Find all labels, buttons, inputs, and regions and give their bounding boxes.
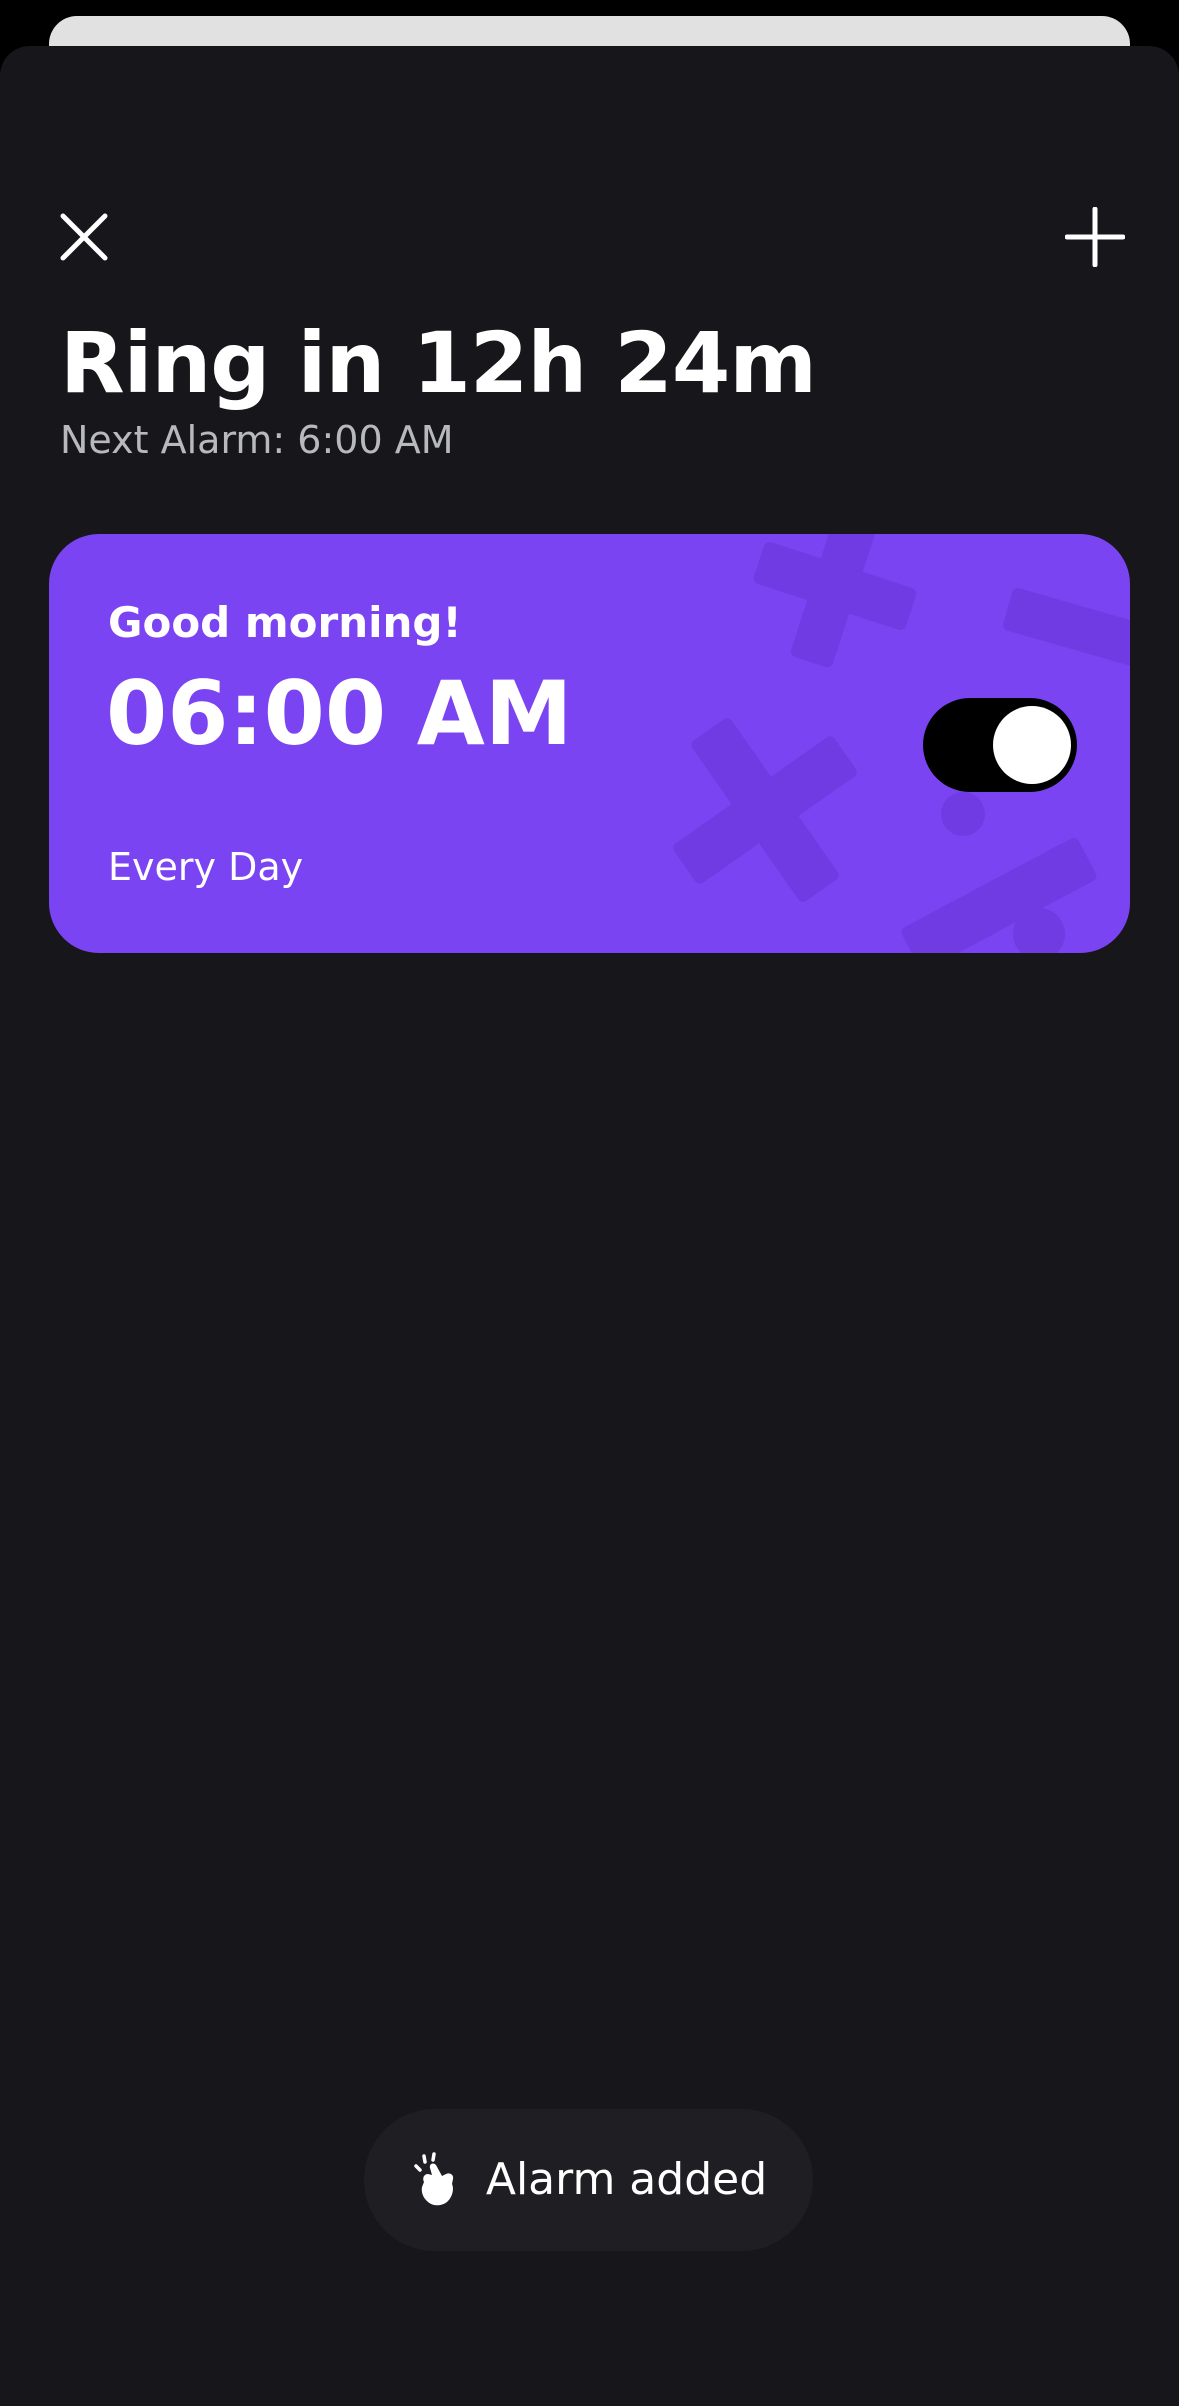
close-icon [60, 213, 108, 261]
alarm-sheet: Ring in 12h 24m Next Alarm: 6:00 AM Good… [0, 46, 1179, 2406]
alarm-card[interactable]: Good morning! 06:00 AM Every Day [49, 534, 1130, 953]
page-title: Ring in 12h 24m [60, 314, 817, 412]
snap-hand-icon [410, 2152, 464, 2208]
plus-icon [1065, 207, 1125, 267]
alarm-repeat: Every Day [108, 845, 304, 889]
add-alarm-button[interactable] [1050, 192, 1140, 282]
toast-notification: Alarm added [364, 2109, 813, 2251]
toggle-knob [993, 706, 1071, 784]
alarm-toggle[interactable] [923, 698, 1077, 792]
alarm-label: Good morning! [108, 598, 462, 647]
next-alarm-text: Next Alarm: 6:00 AM [60, 418, 454, 462]
toast-text: Alarm added [485, 2154, 768, 2205]
close-button[interactable] [39, 192, 129, 282]
alarm-time: 06:00 AM [106, 662, 573, 765]
